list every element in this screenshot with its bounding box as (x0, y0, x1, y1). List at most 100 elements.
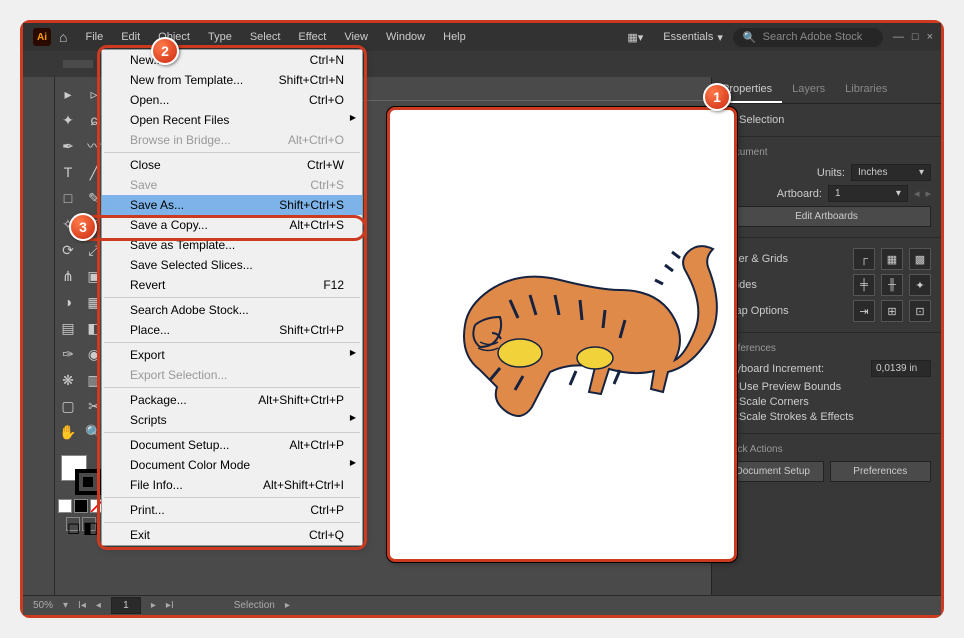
menu-effect[interactable]: Effect (290, 27, 334, 47)
edit-artboards-button[interactable]: Edit Artboards (722, 206, 931, 227)
callout-2: 2 (151, 37, 179, 65)
snap-point-icon[interactable]: ⇥ (853, 300, 875, 322)
type-tool[interactable]: T (56, 160, 80, 184)
color-mode[interactable] (58, 499, 72, 513)
ruler-icon[interactable]: ┌ (853, 248, 875, 270)
menu-item-export-selection: Export Selection... (102, 365, 362, 385)
menu-item-package[interactable]: Package...Alt+Shift+Ctrl+P (102, 390, 362, 410)
maximize-button[interactable]: □ (912, 31, 919, 43)
fill-stroke-swatch[interactable] (61, 455, 101, 495)
preferences-button[interactable]: Preferences (830, 461, 932, 482)
guides-show-icon[interactable]: ╪ (853, 274, 875, 296)
layout-icon[interactable]: ▦▾ (627, 31, 643, 44)
gradient-mode[interactable] (74, 499, 88, 513)
magic-wand-tool[interactable]: ✦ (56, 108, 80, 132)
quick-actions-section: Quick Actions (722, 444, 931, 455)
smart-guides-icon[interactable]: ✦ (909, 274, 931, 296)
shape-builder-tool[interactable]: ◑ (56, 290, 80, 314)
close-button[interactable]: × (927, 31, 933, 43)
menu-item-browse-in-bridge: Browse in Bridge...Alt+Ctrl+O (102, 130, 362, 150)
menu-type[interactable]: Type (200, 27, 240, 47)
units-label: Units: (722, 167, 845, 179)
menu-help[interactable]: Help (435, 27, 474, 47)
menu-item-document-setup[interactable]: Document Setup...Alt+Ctrl+P (102, 435, 362, 455)
menu-window[interactable]: Window (378, 27, 433, 47)
snap-grid-icon[interactable]: ⊞ (881, 300, 903, 322)
menu-select[interactable]: Select (242, 27, 289, 47)
selection-tool[interactable]: ▸ (56, 82, 80, 106)
menu-item-revert[interactable]: RevertF12 (102, 275, 362, 295)
file-menu[interactable]: New...Ctrl+NNew from Template...Shift+Ct… (101, 49, 363, 546)
callout-3: 3 (69, 213, 97, 241)
preview-bounds-checkbox[interactable]: Use Preview Bounds (722, 381, 931, 393)
menu-item-save-a-copy[interactable]: Save a Copy...Alt+Ctrl+S (102, 215, 362, 235)
workspace-switcher[interactable]: Essentials▾ (663, 31, 723, 44)
menu-item-save-selected-slices[interactable]: Save Selected Slices... (102, 255, 362, 275)
menu-item-save: SaveCtrl+S (102, 175, 362, 195)
menu-view[interactable]: View (336, 27, 376, 47)
page-field[interactable]: 1 (111, 597, 141, 614)
artboard-next-icon[interactable]: ▸ (925, 187, 931, 200)
snap-pixel-icon[interactable]: ⊡ (909, 300, 931, 322)
artwork-tiger (420, 230, 720, 450)
menu-item-open-recent-files[interactable]: Open Recent Files▶ (102, 110, 362, 130)
artboard-prev-icon[interactable]: ◂ (914, 187, 920, 200)
width-tool[interactable]: ⋔ (56, 264, 80, 288)
keyboard-increment-input[interactable] (871, 360, 931, 377)
pen-tool[interactable]: ✒ (56, 134, 80, 158)
menu-item-scripts[interactable]: Scripts▶ (102, 410, 362, 430)
guides-lock-icon[interactable]: ╫ (881, 274, 903, 296)
page-nav-prev-icon[interactable]: ◂ (96, 600, 101, 611)
menu-file[interactable]: File (77, 27, 111, 47)
menu-item-save-as[interactable]: Save As...Shift+Ctrl+S (102, 195, 362, 215)
transparency-grid-icon[interactable]: ▩ (909, 248, 931, 270)
draw-behind[interactable]: ◧ (82, 517, 96, 531)
zoom-level[interactable]: 50% (33, 600, 53, 611)
menu-item-close[interactable]: CloseCtrl+W (102, 155, 362, 175)
page-nav-next-icon[interactable]: ▸ (151, 600, 156, 611)
tab-layers[interactable]: Layers (782, 77, 835, 103)
menu-item-new[interactable]: New...Ctrl+N (102, 50, 362, 70)
hand-tool[interactable]: ✋ (56, 420, 80, 444)
document-setup-button[interactable]: Document Setup (722, 461, 824, 482)
menu-item-save-as-template[interactable]: Save as Template... (102, 235, 362, 255)
artboard[interactable] (387, 107, 737, 562)
units-select[interactable]: Inches▾ (851, 164, 931, 181)
symbol-sprayer-tool[interactable]: ❋ (56, 368, 80, 392)
menu-item-exit[interactable]: ExitCtrl+Q (102, 525, 362, 545)
panel-tabs[interactable]: Properties Layers Libraries (712, 77, 941, 104)
menu-item-place[interactable]: Place...Shift+Ctrl+P (102, 320, 362, 340)
scale-strokes-checkbox[interactable]: Scale Strokes & Effects (722, 411, 931, 423)
page-nav-first-icon[interactable]: I◂ (78, 600, 86, 611)
tab-libraries[interactable]: Libraries (835, 77, 897, 103)
menu-item-open[interactable]: Open...Ctrl+O (102, 90, 362, 110)
menu-item-document-color-mode[interactable]: Document Color Mode▶ (102, 455, 362, 475)
grid-icon[interactable]: ▦ (881, 248, 903, 270)
home-icon[interactable]: ⌂ (59, 29, 67, 45)
menu-edit[interactable]: Edit (113, 27, 148, 47)
rotate-tool[interactable]: ⟳ (56, 238, 80, 262)
menu-item-file-info[interactable]: File Info...Alt+Shift+Ctrl+I (102, 475, 362, 495)
rectangle-tool[interactable]: □ (56, 186, 80, 210)
status-mode: Selection (234, 600, 275, 611)
toolbox[interactable]: ▸ ▹ ✦ ɕ ✒ 〰 T ╱ □ ✎ ✧ ◫ ⟳ ⤢ ⋔ ▣ ◑ ▦ ▤ ◧ (55, 77, 107, 445)
menu-item-export[interactable]: Export▶ (102, 345, 362, 365)
eyedropper-tool[interactable]: ✑ (56, 342, 80, 366)
callout-1: 1 (703, 83, 731, 111)
search-input[interactable]: 🔍 Search Adobe Stock (733, 28, 883, 47)
search-icon: 🔍 (743, 31, 757, 44)
menu-item-print[interactable]: Print...Ctrl+P (102, 500, 362, 520)
draw-normal[interactable]: ◻ (66, 517, 80, 531)
app-logo: Ai (33, 28, 51, 46)
artboard-tool[interactable]: ▢ (56, 394, 80, 418)
page-nav-last-icon[interactable]: ▸I (166, 600, 174, 611)
document-tab[interactable] (63, 60, 93, 68)
minimize-button[interactable]: — (893, 31, 904, 43)
menu-item-search-adobe-stock[interactable]: Search Adobe Stock... (102, 300, 362, 320)
artboard-select[interactable]: 1▾ (828, 185, 908, 202)
scale-corners-checkbox[interactable]: Scale Corners (722, 396, 931, 408)
mesh-tool[interactable]: ▤ (56, 316, 80, 340)
menu-item-new-from-template[interactable]: New from Template...Shift+Ctrl+N (102, 70, 362, 90)
preferences-section: Preferences (722, 343, 931, 354)
keyboard-increment-label: Keyboard Increment: (722, 363, 824, 375)
